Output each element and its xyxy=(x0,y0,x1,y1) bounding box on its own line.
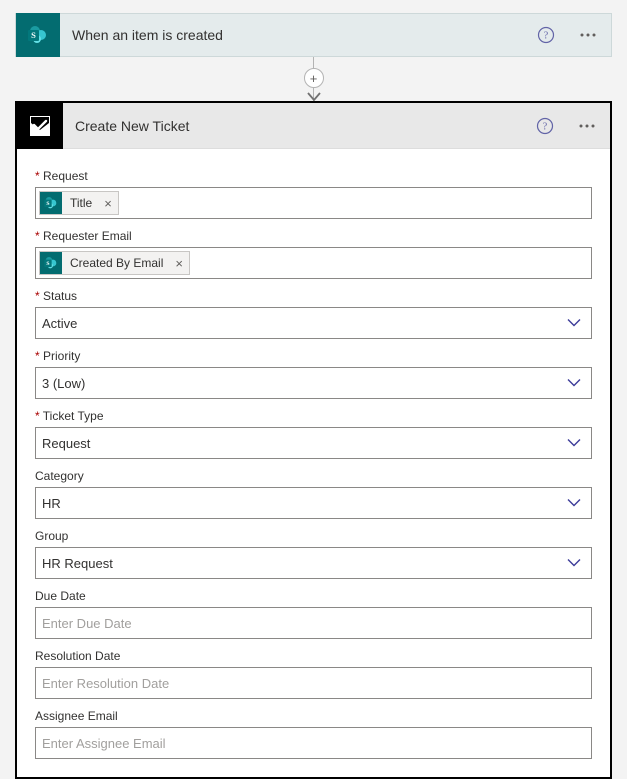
token-remove-icon[interactable]: × xyxy=(175,256,183,271)
due-date-input-wrap xyxy=(35,607,592,639)
flow-canvas: S When an item is created ? + xyxy=(0,0,627,779)
request-input[interactable]: S Title × xyxy=(35,187,592,219)
svg-text:?: ? xyxy=(543,121,548,132)
category-select[interactable]: HR xyxy=(35,487,592,519)
resolution-date-label: Resolution Date xyxy=(35,649,592,663)
status-select[interactable]: Active xyxy=(35,307,592,339)
svg-text:S: S xyxy=(46,201,49,207)
field-category: Category HR xyxy=(35,469,592,519)
requester-email-label: Requester Email xyxy=(35,229,592,243)
resolution-date-input[interactable] xyxy=(42,676,585,691)
svg-text:S: S xyxy=(31,30,36,40)
token-remove-icon[interactable]: × xyxy=(104,196,112,211)
priority-select[interactable]: 3 (Low) xyxy=(35,367,592,399)
ticket-type-label: Ticket Type xyxy=(35,409,592,423)
status-label: Status xyxy=(35,289,592,303)
help-icon[interactable]: ? xyxy=(535,24,557,46)
assignee-email-input[interactable] xyxy=(42,736,585,751)
field-priority: Priority 3 (Low) xyxy=(35,349,592,399)
field-ticket-type: Ticket Type Request xyxy=(35,409,592,459)
action-card: Create New Ticket ? Request xyxy=(15,101,612,779)
add-step-button[interactable]: + xyxy=(304,68,324,88)
chevron-down-icon xyxy=(567,559,581,568)
group-value: HR Request xyxy=(42,556,113,571)
category-value: HR xyxy=(42,496,61,511)
category-label: Category xyxy=(35,469,592,483)
action-form: Request S Title xyxy=(17,149,610,777)
chevron-down-icon xyxy=(567,499,581,508)
sharepoint-icon: S xyxy=(40,192,62,214)
field-request: Request S Title xyxy=(35,169,592,219)
resolution-date-input-wrap xyxy=(35,667,592,699)
assignee-email-input-wrap xyxy=(35,727,592,759)
trigger-title: When an item is created xyxy=(72,27,523,43)
sharepoint-icon: S xyxy=(40,252,62,274)
status-value: Active xyxy=(42,316,77,331)
ticket-type-select[interactable]: Request xyxy=(35,427,592,459)
chevron-down-icon xyxy=(567,319,581,328)
chevron-down-icon xyxy=(567,379,581,388)
sharepoint-icon: S xyxy=(16,13,60,57)
token-label: Created By Email xyxy=(70,256,163,270)
help-icon[interactable]: ? xyxy=(534,115,556,137)
arrow-down-icon xyxy=(307,90,321,105)
trigger-card[interactable]: S When an item is created ? xyxy=(15,13,612,57)
due-date-label: Due Date xyxy=(35,589,592,603)
field-requester-email: Requester Email S Created By xyxy=(35,229,592,279)
assignee-email-label: Assignee Email xyxy=(35,709,592,723)
field-assignee-email: Assignee Email xyxy=(35,709,592,759)
ticket-icon xyxy=(17,103,63,149)
group-label: Group xyxy=(35,529,592,543)
priority-label: Priority xyxy=(35,349,592,363)
svg-text:?: ? xyxy=(544,31,549,42)
due-date-input[interactable] xyxy=(42,616,585,631)
action-header[interactable]: Create New Ticket ? xyxy=(17,103,610,149)
more-icon[interactable] xyxy=(575,24,601,46)
svg-text:S: S xyxy=(46,261,49,267)
chevron-down-icon xyxy=(567,439,581,448)
more-icon[interactable] xyxy=(574,115,600,137)
field-due-date: Due Date xyxy=(35,589,592,639)
ticket-type-value: Request xyxy=(42,436,90,451)
field-status: Status Active xyxy=(35,289,592,339)
action-title: Create New Ticket xyxy=(75,118,522,134)
field-group: Group HR Request xyxy=(35,529,592,579)
group-select[interactable]: HR Request xyxy=(35,547,592,579)
field-resolution-date: Resolution Date xyxy=(35,649,592,699)
connector: + xyxy=(15,57,612,101)
token-label: Title xyxy=(70,196,92,210)
requester-email-input[interactable]: S Created By Email × xyxy=(35,247,592,279)
token-created-by-email[interactable]: S Created By Email × xyxy=(39,251,190,275)
request-label: Request xyxy=(35,169,592,183)
priority-value: 3 (Low) xyxy=(42,376,85,391)
token-title[interactable]: S Title × xyxy=(39,191,119,215)
